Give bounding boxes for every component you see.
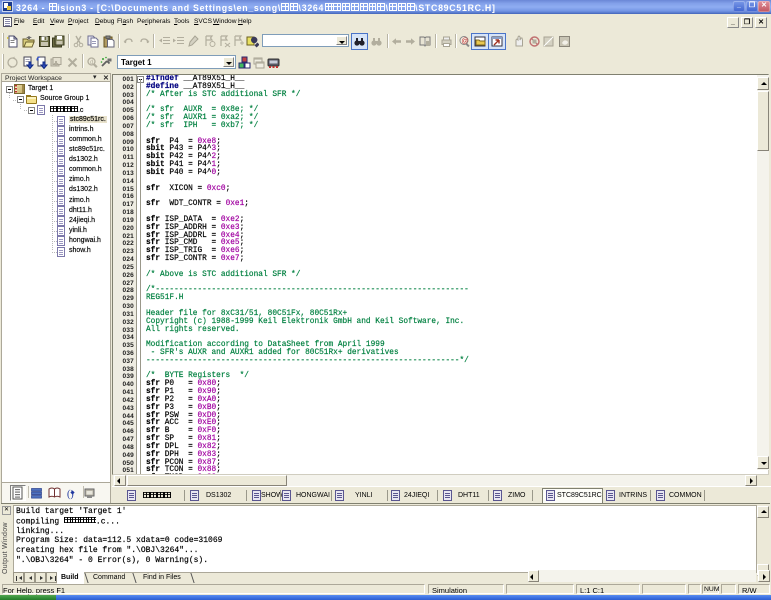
svg-text:d: d xyxy=(90,60,93,66)
